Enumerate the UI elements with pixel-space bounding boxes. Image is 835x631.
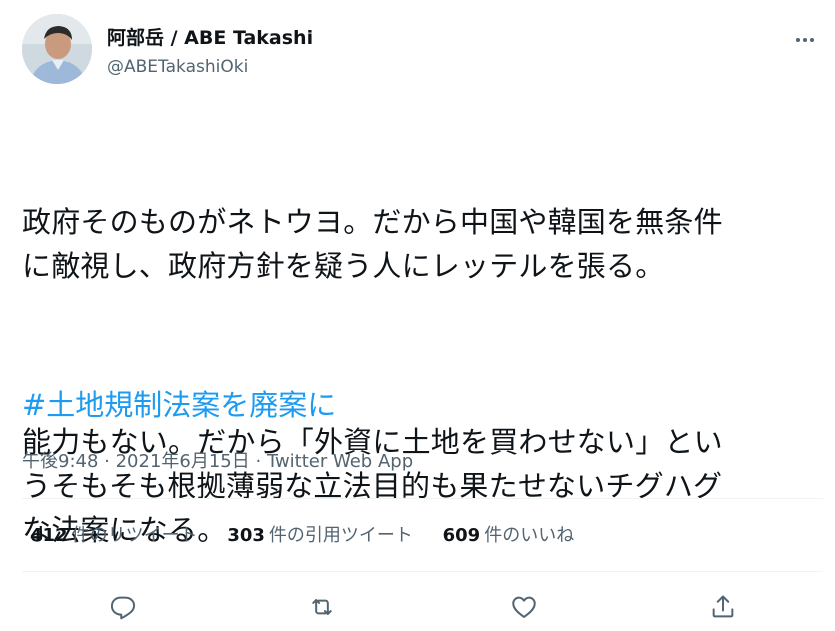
quote-tweets-stat[interactable]: 303 件の引用ツイート [227,522,413,550]
avatar-image [22,14,92,84]
more-options-button[interactable] [791,26,819,54]
tweet-meta: 午後9:48 · 2021年6月15日 · Twitter Web App [22,449,413,475]
divider [22,571,823,572]
share-button[interactable] [706,590,740,624]
retweets-stat[interactable]: 412 件のリツイート [30,522,198,550]
timestamp-link[interactable]: 午後9:48 · 2021年6月15日 [22,451,250,472]
heart-icon [512,596,536,618]
more-horizontal-icon [796,38,814,42]
hashtag-link[interactable]: #土地規制法案を廃案に [22,383,336,427]
reply-button[interactable] [106,590,140,624]
like-label: 件のいいね [484,525,575,546]
likes-stat[interactable]: 609 件のいいね [443,522,575,550]
display-name[interactable]: 阿部岳 / ABE Takashi [107,26,313,50]
tweet-stats: 412 件のリツイート 303 件の引用ツイート 609 件のいいね [30,522,598,550]
reply-icon [110,596,136,620]
user-handle[interactable]: @ABETakashiOki [107,56,248,78]
share-icon [712,595,734,618]
meta-separator: · [249,451,267,472]
like-count: 609 [442,525,481,546]
like-button[interactable] [507,590,541,624]
retweet-icon [312,599,332,615]
retweet-label: 件のリツイート [71,525,198,546]
quote-count: 303 [227,525,265,546]
retweet-count: 412 [30,525,68,546]
source-link[interactable]: Twitter Web App [267,451,413,472]
avatar[interactable] [22,14,92,84]
divider [22,498,823,499]
tweet-paragraph: 政府そのものがネトウヨ。だから中国や韓国を無条件 に敵視し、政府方針を疑う人にレ… [22,205,723,283]
quote-label: 件の引用ツイート [268,525,413,546]
retweet-button[interactable] [305,590,339,624]
action-bar [0,590,835,624]
